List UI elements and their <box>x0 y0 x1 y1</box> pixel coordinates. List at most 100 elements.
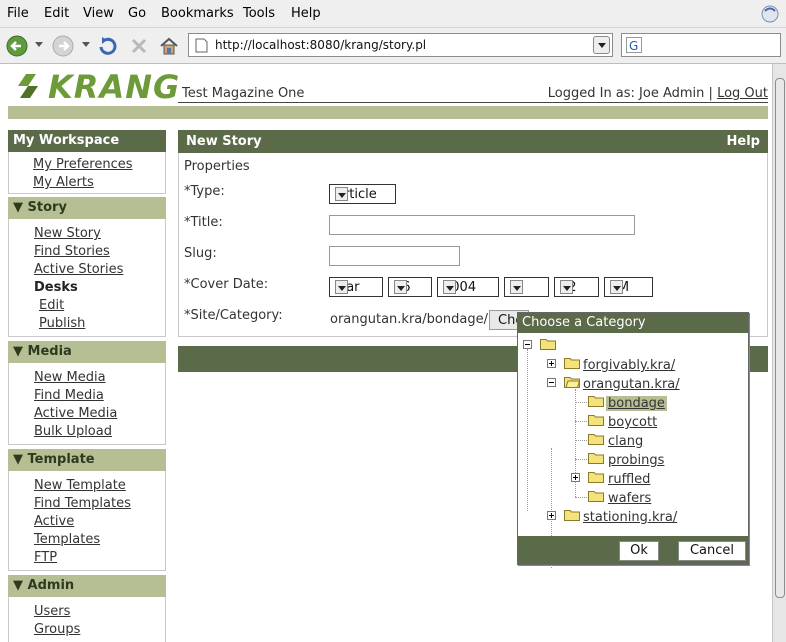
folder-icon <box>588 453 604 464</box>
url-history-dropdown[interactable] <box>593 36 610 54</box>
stop-icon[interactable] <box>128 35 150 57</box>
url-bar[interactable]: http://localhost:8080/krang/story.pl <box>188 33 613 57</box>
new-template-link[interactable]: New Template <box>34 478 126 493</box>
hour-select[interactable]: 1 <box>504 277 549 297</box>
chevron-down-icon <box>394 280 407 294</box>
active-media-link[interactable]: Active Media <box>34 406 117 421</box>
menu-file[interactable]: File <box>7 6 29 21</box>
properties-heading: Properties <box>184 159 250 174</box>
cover-date-label: *Cover Date: <box>184 277 269 292</box>
back-history-dropdown-icon[interactable] <box>35 42 43 47</box>
category-forgivably[interactable]: forgivably.kra/ <box>583 358 675 373</box>
category-wafers[interactable]: wafers <box>608 491 651 506</box>
find-templates-link[interactable]: Find Templates <box>34 496 131 511</box>
menu-bar: File Edit View Go Bookmarks Tools Help <box>0 0 786 28</box>
bulk-upload-link[interactable]: Bulk Upload <box>34 424 112 439</box>
category-probings[interactable]: probings <box>608 453 664 468</box>
reload-icon[interactable] <box>97 35 119 57</box>
category-ruffled[interactable]: ruffled <box>608 472 650 487</box>
type-label: *Type: <box>184 184 225 199</box>
new-media-link[interactable]: New Media <box>34 370 106 385</box>
dialog-title: Choose a Category <box>518 313 748 333</box>
folder-icon <box>564 510 580 521</box>
menu-view[interactable]: View <box>83 6 114 21</box>
title-input[interactable] <box>329 215 635 235</box>
folder-icon <box>588 472 604 483</box>
slug-input[interactable] <box>329 246 460 266</box>
expand-toggle[interactable] <box>571 473 580 482</box>
folder-icon <box>564 358 580 369</box>
category-stationing[interactable]: stationing.kra/ <box>583 510 677 525</box>
help-link[interactable]: Help <box>727 134 760 149</box>
back-icon[interactable] <box>6 35 28 57</box>
my-preferences-link[interactable]: My Preferences <box>33 157 133 172</box>
story-section-title: Story <box>27 200 67 215</box>
new-story-header: New Story Help <box>178 130 768 153</box>
template-section-header[interactable]: ▼ Template <box>8 449 166 471</box>
url-text[interactable]: http://localhost:8080/krang/story.pl <box>215 38 426 52</box>
expand-toggle[interactable] <box>547 359 556 368</box>
menu-go[interactable]: Go <box>128 6 146 21</box>
chevron-down-icon <box>443 280 456 294</box>
ftp-link[interactable]: FTP <box>34 550 57 565</box>
collapse-toggle[interactable] <box>547 378 556 387</box>
month-select[interactable]: Mar <box>329 277 383 297</box>
media-section-header[interactable]: ▼ Media <box>8 341 166 363</box>
menu-help[interactable]: Help <box>291 6 321 21</box>
my-alerts-link[interactable]: My Alerts <box>33 175 94 190</box>
browser-window: File Edit View Go Bookmarks Tools Help h… <box>0 0 786 642</box>
active-stories-link[interactable]: Active Stories <box>34 262 123 277</box>
desk-edit-link[interactable]: Edit <box>39 298 64 313</box>
active-templates-link-cont[interactable]: Templates <box>34 532 100 547</box>
desk-publish-link[interactable]: Publish <box>39 316 85 331</box>
cancel-button[interactable]: Cancel <box>678 541 746 561</box>
ampm-select[interactable]: PM <box>604 277 653 297</box>
site-category-value: orangutan.kra/bondage/ <box>330 312 488 327</box>
menu-tools[interactable]: Tools <box>243 6 275 21</box>
expand-toggle[interactable] <box>547 511 556 520</box>
folder-icon <box>588 491 604 502</box>
folder-icon <box>588 415 604 426</box>
category-bondage-selected[interactable]: bondage <box>606 396 667 411</box>
active-templates-link[interactable]: Active <box>34 514 74 529</box>
category-clang[interactable]: clang <box>608 434 643 449</box>
find-media-link[interactable]: Find Media <box>34 388 104 403</box>
triangle-down-icon: ▼ <box>13 452 28 467</box>
admin-section-title: Admin <box>27 578 75 593</box>
menu-bookmarks[interactable]: Bookmarks <box>161 6 234 21</box>
type-select[interactable]: Article <box>329 184 396 204</box>
menu-edit[interactable]: Edit <box>44 6 69 21</box>
scrollbar-thumb[interactable] <box>775 78 785 598</box>
tree-connector <box>575 459 587 460</box>
krang-logo: KRANG <box>48 68 181 106</box>
new-story-link[interactable]: New Story <box>34 226 101 241</box>
svg-text:G: G <box>629 39 638 53</box>
collapse-toggle[interactable] <box>523 340 532 349</box>
page-content: KRANG Test Magazine One Logged In as: Jo… <box>0 64 772 642</box>
admin-section-header[interactable]: ▼ Admin <box>8 575 166 597</box>
forward-icon[interactable] <box>52 35 74 57</box>
users-link[interactable]: Users <box>34 604 70 619</box>
search-box[interactable]: G <box>621 33 781 57</box>
site-name: Test Magazine One <box>182 86 305 101</box>
throbber-icon <box>761 5 779 23</box>
ok-button[interactable]: Ok <box>619 541 659 561</box>
year-select[interactable]: 2004 <box>437 277 499 297</box>
folder-icon <box>540 339 556 350</box>
find-stories-link[interactable]: Find Stories <box>34 244 110 259</box>
logout-link[interactable]: Log Out <box>717 86 768 101</box>
story-section-header[interactable]: ▼ Story <box>8 197 166 219</box>
home-icon[interactable] <box>158 35 180 57</box>
forward-history-dropdown-icon[interactable] <box>82 42 90 47</box>
category-orangutan[interactable]: orangutan.kra/ <box>583 377 680 392</box>
day-select[interactable]: 16 <box>388 277 432 297</box>
tree-connector <box>575 497 587 498</box>
template-section-title: Template <box>27 452 95 467</box>
groups-link[interactable]: Groups <box>34 622 80 637</box>
minute-select[interactable]: 32 <box>554 277 599 297</box>
category-boycott[interactable]: boycott <box>608 415 657 430</box>
page-icon <box>195 38 208 53</box>
vertical-scrollbar[interactable] <box>772 64 786 642</box>
dialog-footer: Ok Cancel <box>518 536 748 564</box>
logged-in-text: Logged In as: Joe Admin | <box>547 86 713 101</box>
